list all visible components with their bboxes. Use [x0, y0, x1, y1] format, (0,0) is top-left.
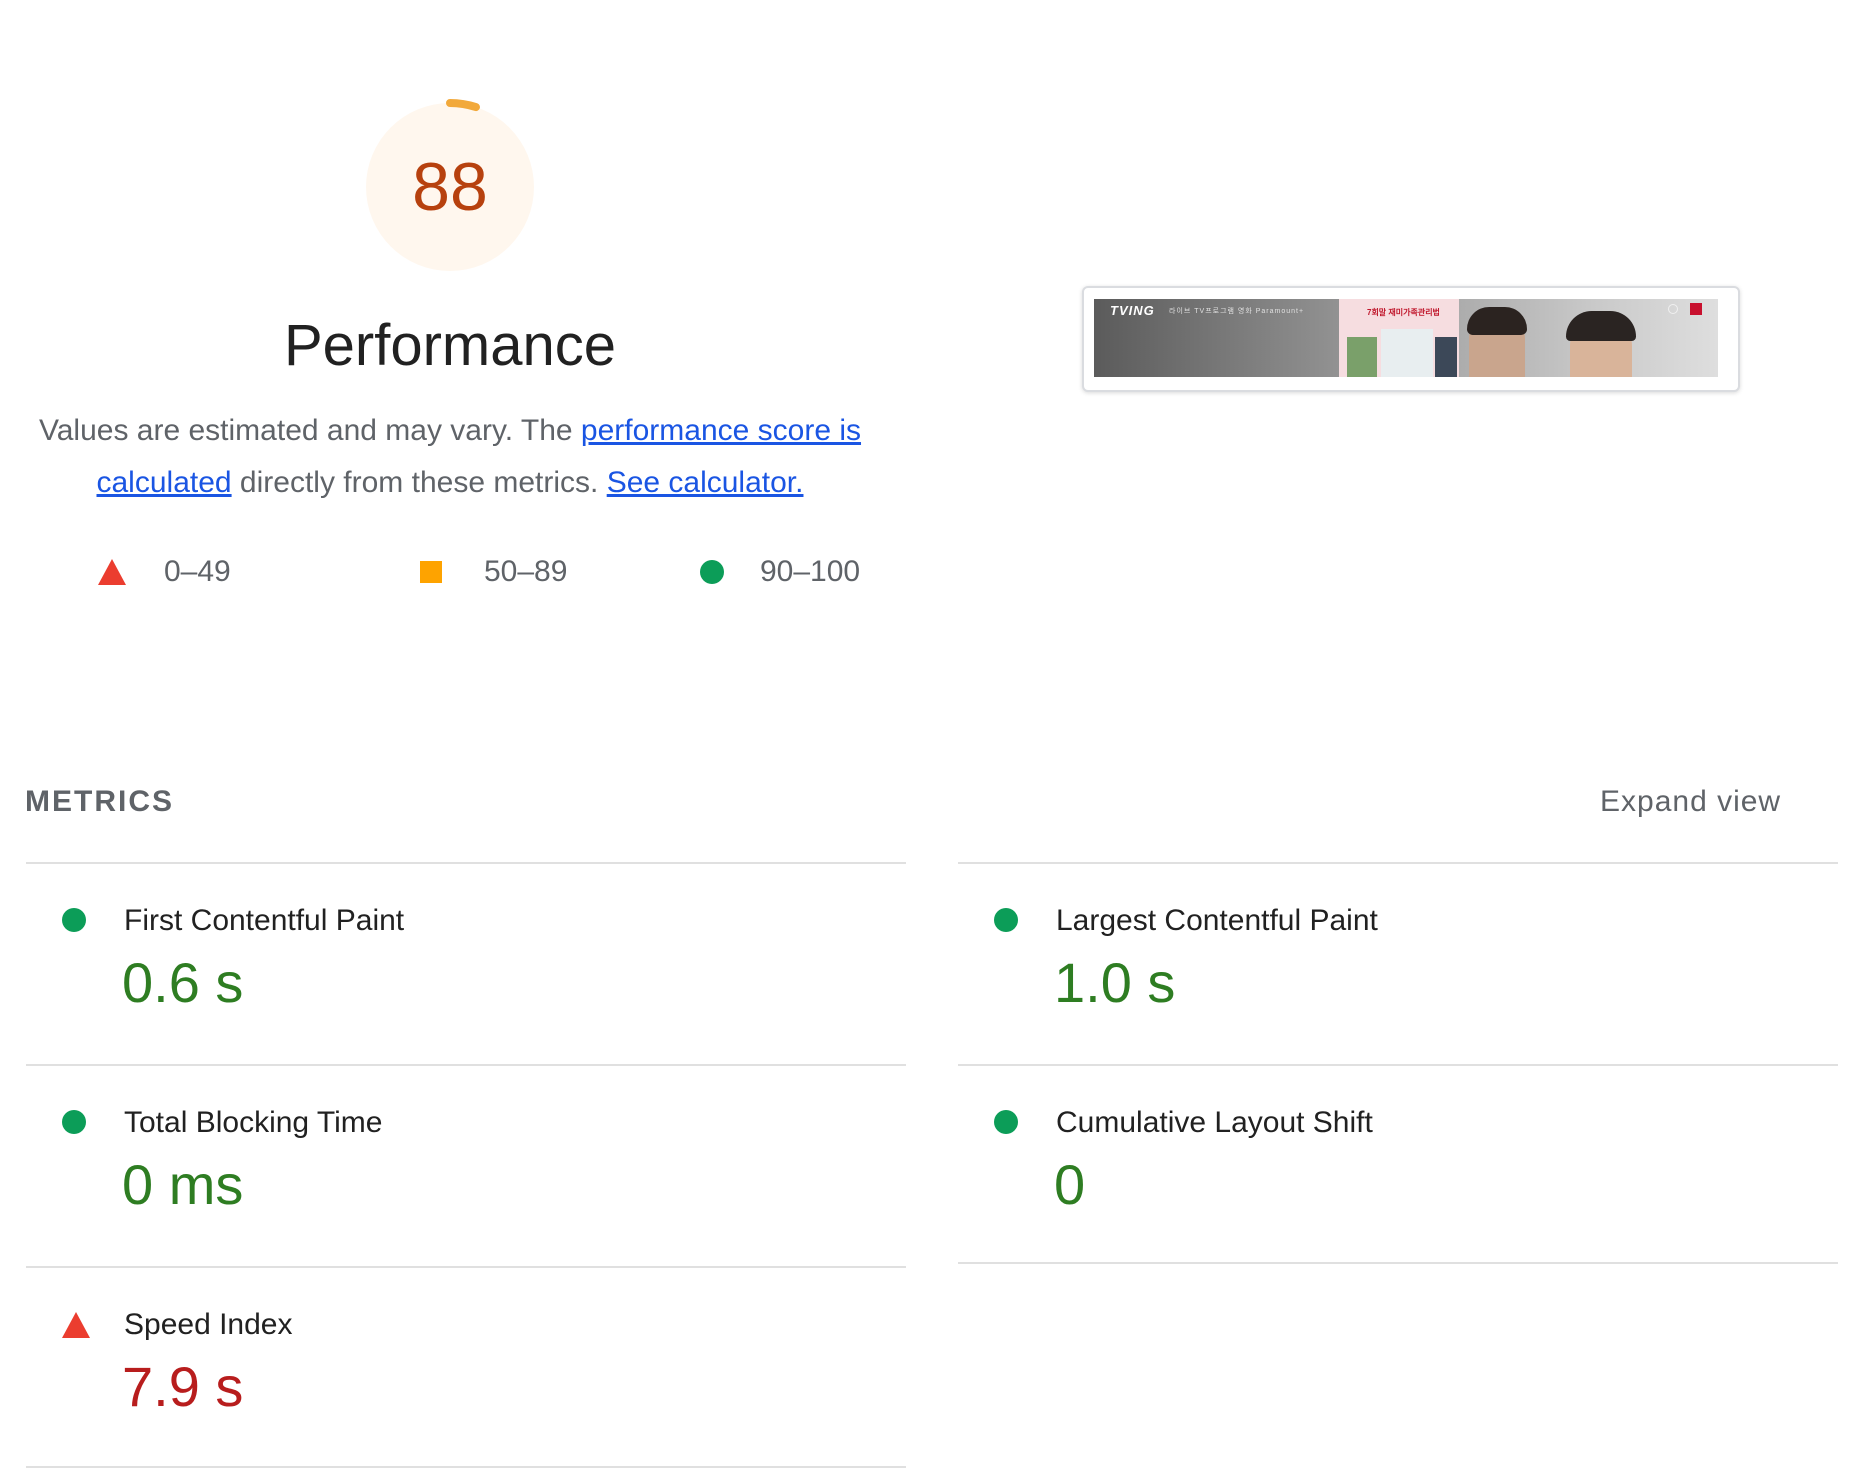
metric-value: 0.6 s	[122, 951, 244, 1014]
legend-pass-label: 90–100	[760, 555, 861, 588]
green-circle-icon	[994, 908, 1018, 932]
thumb-poster-image	[1347, 337, 1377, 377]
metric-label: Cumulative Layout Shift	[1056, 1106, 1373, 1139]
orange-square-icon	[420, 561, 442, 583]
green-circle-icon	[62, 908, 86, 932]
red-triangle-icon	[62, 1312, 90, 1338]
performance-score-gauge: 88	[355, 92, 545, 282]
red-triangle-icon	[98, 559, 126, 585]
screenshot-image: TVING 라이브 TV프로그램 영화 Paramount+ 7회말 재미가족관…	[1094, 299, 1718, 377]
green-circle-icon	[700, 560, 724, 584]
metric-label: First Contentful Paint	[124, 904, 405, 937]
metric-value: 0 ms	[122, 1153, 244, 1216]
metric-speed-index: Speed Index 7.9 s	[26, 1268, 906, 1468]
thumb-poster-image	[1435, 337, 1457, 377]
legend-average-label: 50–89	[484, 555, 568, 588]
green-circle-icon	[994, 1110, 1018, 1134]
performance-score: 88	[412, 149, 488, 225]
metrics-heading: METRICS	[25, 785, 174, 818]
thumb-nav: 라이브 TV프로그램 영화 Paramount+	[1169, 308, 1305, 315]
metric-value: 0	[1054, 1153, 1086, 1216]
thumb-person-image	[1467, 307, 1527, 377]
final-screenshot[interactable]: TVING 라이브 TV프로그램 영화 Paramount+ 7회말 재미가족관…	[1082, 286, 1740, 392]
legend-fail: 0–49	[98, 555, 231, 589]
metric-label: Total Blocking Time	[124, 1106, 383, 1139]
legend-pass: 90–100	[700, 555, 860, 589]
thumb-search-icon	[1668, 304, 1678, 314]
expand-view-toggle[interactable]: Expand view	[1600, 785, 1781, 819]
gauge-title: Performance	[283, 313, 617, 378]
metric-label: Largest Contentful Paint	[1056, 904, 1378, 937]
legend-fail-label: 0–49	[164, 555, 231, 588]
thumb-poster: 7회말 재미가족관리법	[1339, 299, 1459, 377]
metric-largest-contentful-paint: Largest Contentful Paint 1.0 s	[958, 864, 1838, 1064]
thumb-logo: TVING	[1110, 303, 1155, 318]
description-text-1: Values are estimated and may vary. The	[38, 414, 581, 447]
thumb-profile-icon	[1690, 303, 1702, 315]
metric-cumulative-layout-shift: Cumulative Layout Shift 0	[958, 1066, 1838, 1266]
metric-value: 7.9 s	[122, 1355, 244, 1418]
metric-value: 1.0 s	[1054, 951, 1176, 1014]
metric-total-blocking-time: Total Blocking Time 0 ms	[26, 1066, 906, 1266]
metric-label: Speed Index	[124, 1308, 293, 1341]
thumb-poster-text: 7회말 재미가족관리법	[1367, 308, 1440, 317]
see-calculator-link[interactable]: See calculator.	[607, 466, 804, 499]
metric-first-contentful-paint: First Contentful Paint 0.6 s	[26, 864, 906, 1064]
green-circle-icon	[62, 1110, 86, 1134]
thumb-poster-image	[1381, 329, 1433, 377]
description-text-2: directly from these metrics.	[231, 466, 607, 499]
thumb-person-image	[1566, 311, 1636, 377]
score-description: Values are estimated and may vary. The p…	[30, 405, 870, 509]
legend-average: 50–89	[420, 555, 567, 589]
